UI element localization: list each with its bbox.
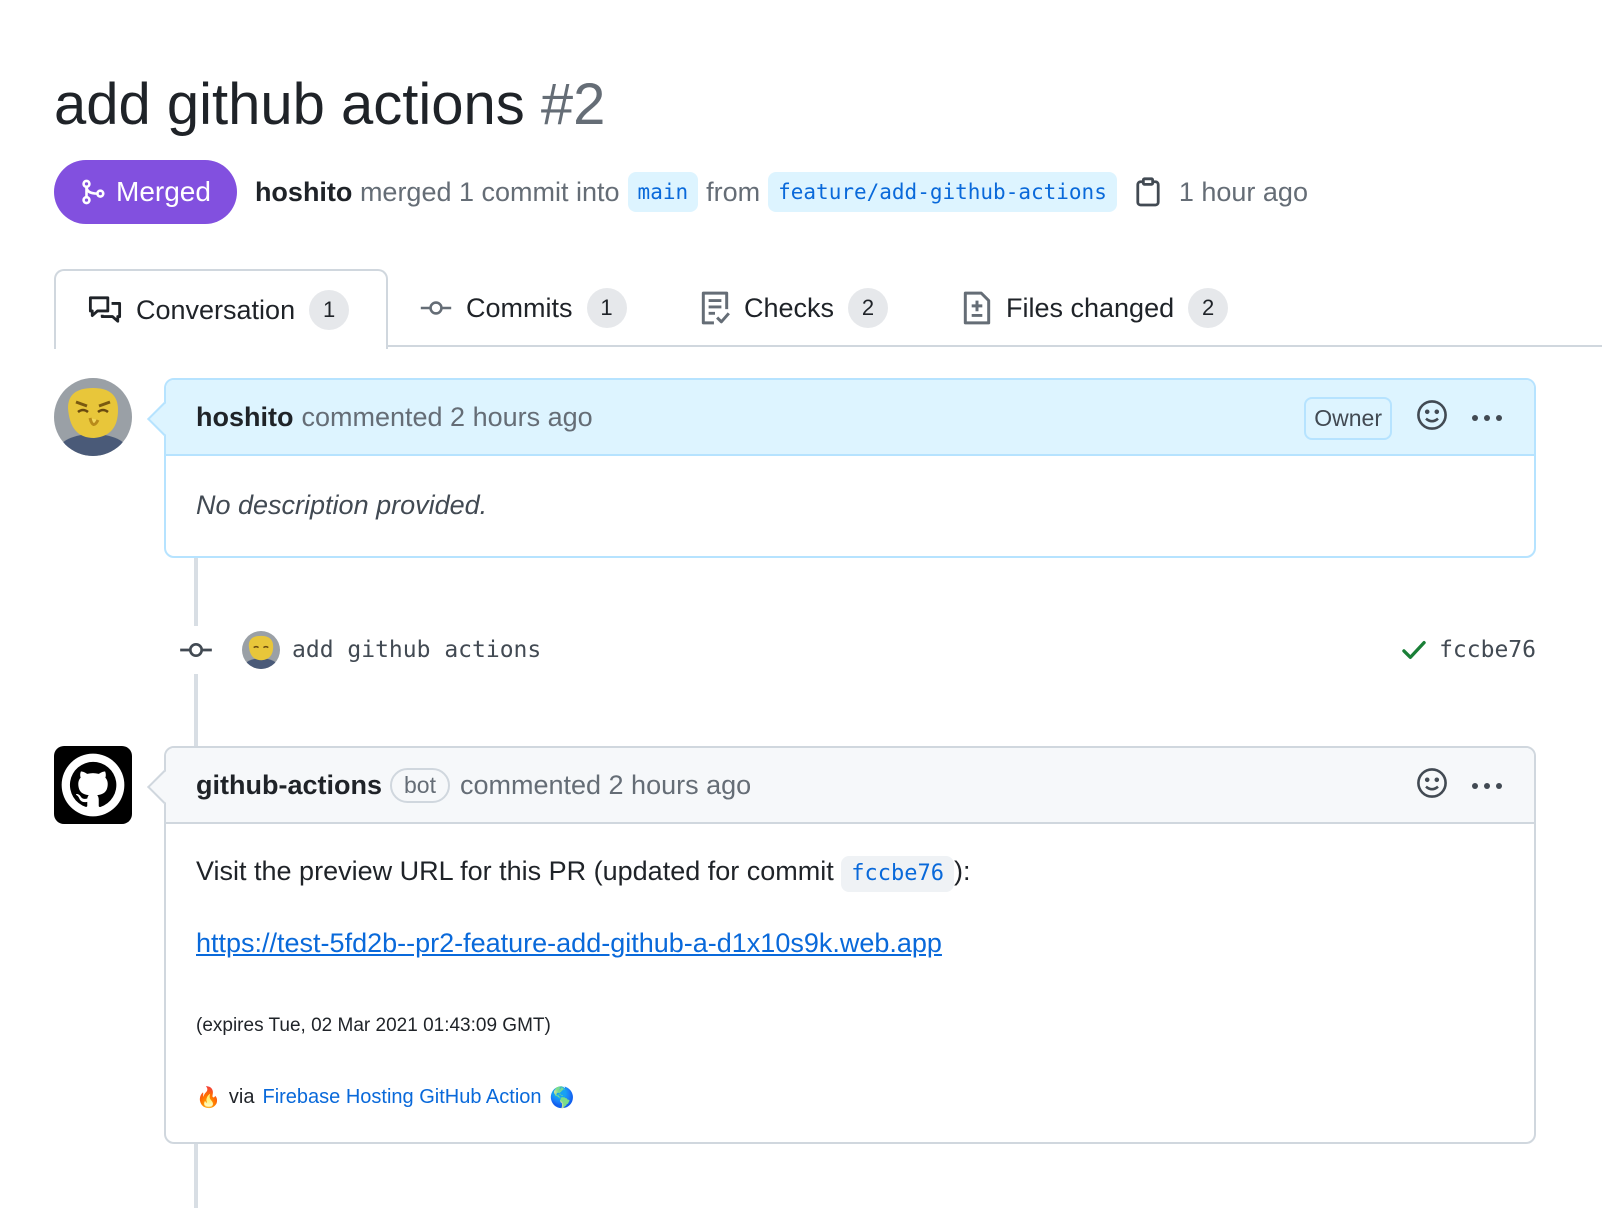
comment-github-actions: github-actions bot commented 2 hours ago… <box>147 746 1536 1144</box>
add-reaction-button[interactable] <box>1416 399 1448 438</box>
comment-actions <box>1416 748 1502 824</box>
github-logo-icon <box>61 753 125 817</box>
preview-sentence-prefix: Visit the preview URL for this PR (updat… <box>196 856 834 886</box>
comment-actions: Owner <box>1304 380 1502 456</box>
head-branch-pill[interactable]: feature/add-github-actions <box>768 172 1117 212</box>
commit-meta: fccbe76 <box>1401 626 1536 674</box>
comment-header: github-actions bot commented 2 hours ago <box>166 748 1534 824</box>
comment-timestamp[interactable]: commented 2 hours ago <box>460 770 751 801</box>
comment-author-link[interactable]: hoshito <box>196 402 293 433</box>
commit-sha-link[interactable]: fccbe76 <box>1439 637 1536 663</box>
add-reaction-button[interactable] <box>1416 767 1448 806</box>
merged-state-badge: Merged <box>54 160 237 224</box>
pr-tabs: Conversation 1 Commits 1 Checks 2 Files … <box>54 269 1602 349</box>
comment-hoshito: hoshito commented 2 hours ago Owner No d… <box>147 378 1536 558</box>
from-text: from <box>706 176 761 207</box>
tab-checks[interactable]: Checks 2 <box>700 269 889 347</box>
commit-author-avatar[interactable] <box>242 631 280 669</box>
via-row: 🔥 via Firebase Hosting GitHub Action 🌎 <box>196 1085 1504 1110</box>
expires-text: (expires Tue, 02 Mar 2021 01:43:09 GMT) <box>196 1015 551 1036</box>
preview-sentence: Visit the preview URL for this PR (updat… <box>196 856 1504 892</box>
comment-discussion-icon <box>88 296 122 323</box>
comment-header: hoshito commented 2 hours ago Owner <box>166 380 1534 456</box>
comment-body: Visit the preview URL for this PR (updat… <box>166 824 1534 1134</box>
inline-commit-code: fccbe76 <box>841 856 954 892</box>
file-diff-icon <box>963 291 991 325</box>
smiley-icon <box>1417 767 1447 798</box>
tab-commits-label: Commits <box>466 292 573 323</box>
git-merge-icon <box>82 179 105 205</box>
avatar-hoshito[interactable] <box>54 378 132 456</box>
git-commit-icon <box>180 642 212 658</box>
copy-icon <box>1136 177 1160 207</box>
pr-number: #2 <box>540 72 606 137</box>
comment-author-link[interactable]: github-actions <box>196 770 382 801</box>
via-text: via <box>228 1086 255 1108</box>
kebab-menu-button[interactable] <box>1472 783 1502 789</box>
checklist-icon <box>701 291 730 325</box>
tab-conversation-label: Conversation <box>136 294 296 325</box>
fire-emoji-icon: 🔥 <box>196 1087 221 1109</box>
pr-title-text: add github actions <box>54 72 525 137</box>
smiley-icon <box>1417 399 1447 430</box>
comment-body-text: No description provided. <box>196 490 488 520</box>
pr-state-row: Merged hoshito merged 1 commit into main… <box>54 160 1308 224</box>
tab-conversation[interactable]: Conversation 1 <box>54 269 388 349</box>
avatar-github-actions[interactable] <box>54 746 132 824</box>
copy-branch-button[interactable] <box>1135 177 1161 207</box>
commit-node <box>178 626 214 674</box>
tab-checks-label: Checks <box>744 292 835 323</box>
timeline-commit-row: add github actions fccbe76 <box>178 626 1536 674</box>
globe-emoji-icon: 🌎 <box>549 1087 575 1109</box>
tab-files-changed-label: Files changed <box>1006 292 1175 323</box>
base-branch-pill[interactable]: main <box>627 172 699 212</box>
commit-message-link[interactable]: add github actions <box>292 637 541 663</box>
tab-commits[interactable]: Commits 1 <box>420 269 627 347</box>
bot-label: bot <box>389 767 450 803</box>
pr-author-link[interactable]: hoshito <box>255 177 352 208</box>
tab-conversation-count: 1 <box>309 290 350 330</box>
preview-url-link[interactable]: https://test-5fd2b--pr2-feature-add-gith… <box>196 928 942 958</box>
tab-checks-count: 2 <box>848 288 889 328</box>
kebab-menu-button[interactable] <box>1472 415 1502 421</box>
tab-files-changed[interactable]: Files changed 2 <box>962 269 1229 347</box>
merge-description: merged 1 commit into <box>359 176 620 207</box>
merge-time: 1 hour ago <box>1178 176 1308 207</box>
tab-commits-count: 1 <box>586 288 627 328</box>
comment-body: No description provided. <box>166 456 1534 551</box>
tab-files-changed-count: 2 <box>1188 288 1229 328</box>
comment-timestamp[interactable]: commented 2 hours ago <box>301 402 592 433</box>
owner-label: Owner <box>1304 396 1392 440</box>
merged-state-label: Merged <box>116 176 211 207</box>
check-icon[interactable] <box>1401 639 1427 661</box>
git-commit-icon <box>420 301 452 315</box>
pr-title: add github actions #2 <box>54 70 605 140</box>
firebase-action-link[interactable]: Firebase Hosting GitHub Action <box>262 1086 541 1109</box>
preview-sentence-suffix: ): <box>953 856 971 886</box>
